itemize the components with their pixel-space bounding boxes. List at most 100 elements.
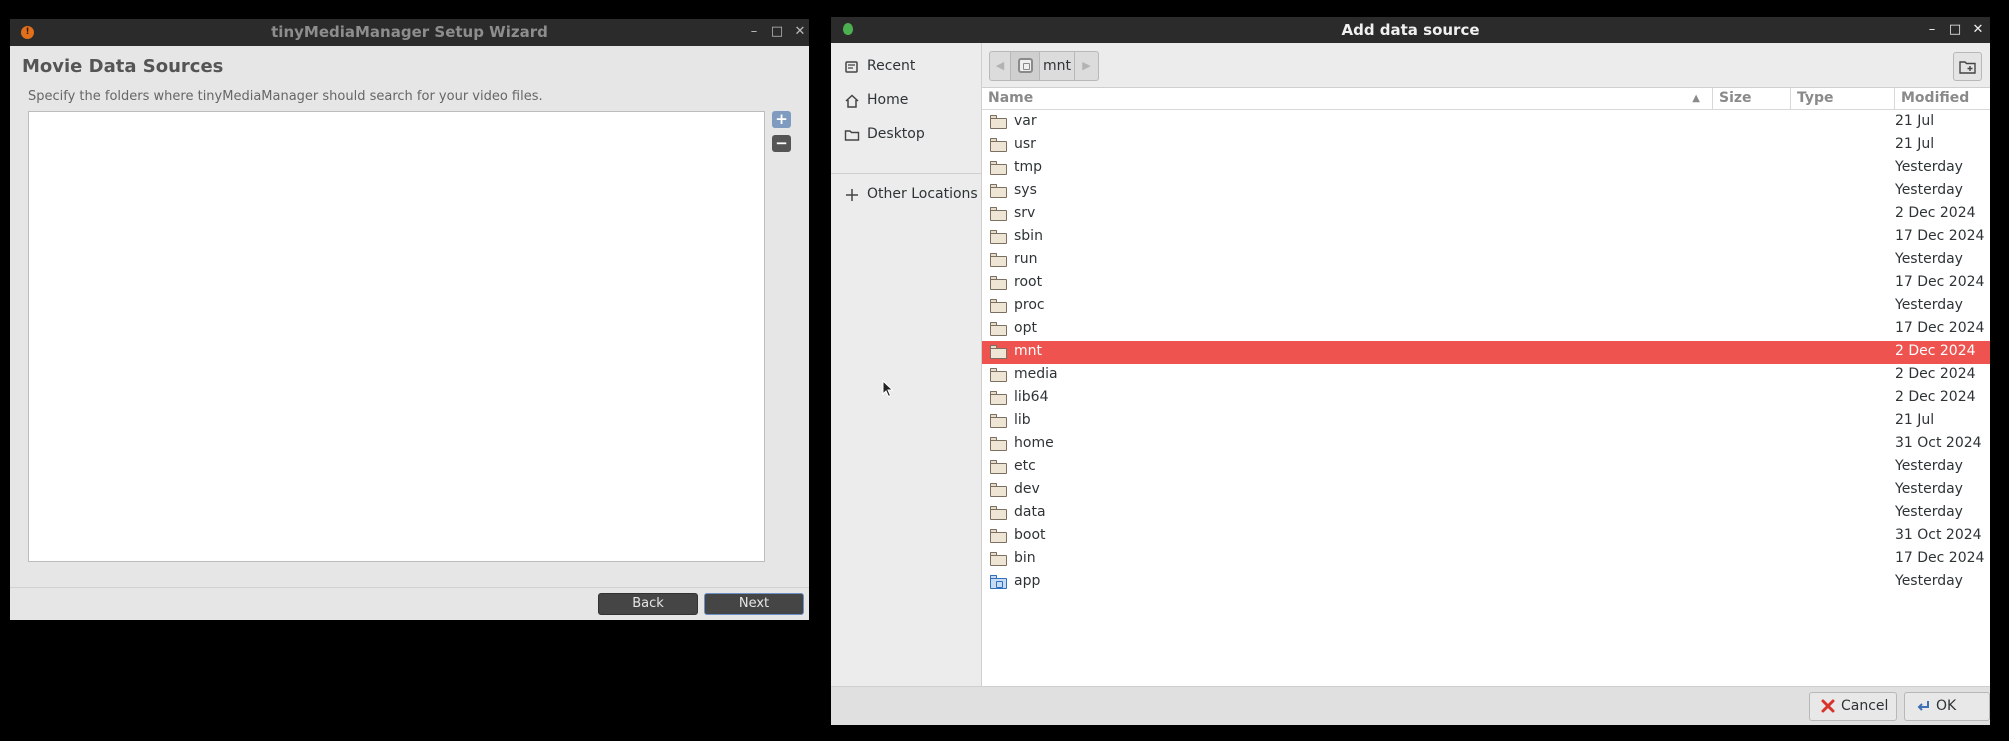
- column-header-size[interactable]: Size: [1713, 88, 1791, 110]
- file-row-proc[interactable]: proc Yesterday: [982, 295, 1990, 318]
- file-name: lib64: [1014, 389, 1049, 405]
- file-row-data[interactable]: data Yesterday: [982, 502, 1990, 525]
- file-row-boot[interactable]: boot 31 Oct 2024: [982, 525, 1990, 548]
- file-row-sbin[interactable]: sbin 17 Dec 2024: [982, 226, 1990, 249]
- folder-icon: [990, 391, 1007, 405]
- file-name: dev: [1014, 481, 1040, 497]
- file-row-bin[interactable]: bin 17 Dec 2024: [982, 548, 1990, 571]
- enter-icon: [1917, 701, 1929, 711]
- add-source-button[interactable]: +: [772, 111, 791, 128]
- file-row-srv[interactable]: srv 2 Dec 2024: [982, 203, 1990, 226]
- sidebar-item-desktop[interactable]: Desktop: [831, 122, 981, 148]
- file-modified: 2 Dec 2024: [1895, 366, 1976, 382]
- folder-icon: [990, 230, 1007, 244]
- plus-icon: [844, 187, 860, 203]
- footer-divider: [10, 587, 809, 588]
- path-root-button[interactable]: [1010, 51, 1040, 81]
- recent-icon: [844, 59, 860, 75]
- column-header-modified[interactable]: Modified: [1895, 88, 1990, 110]
- file-row-var[interactable]: var 21 Jul: [982, 111, 1990, 134]
- column-type-label: Type: [1797, 90, 1834, 106]
- file-row-run[interactable]: run Yesterday: [982, 249, 1990, 272]
- cancel-button[interactable]: Cancel: [1809, 692, 1897, 721]
- file-row-opt[interactable]: opt 17 Dec 2024: [982, 318, 1990, 341]
- maximize-icon[interactable]: □: [1946, 21, 1964, 39]
- file-row-app[interactable]: app Yesterday: [982, 571, 1990, 594]
- file-modified: Yesterday: [1895, 458, 1963, 474]
- file-row-home[interactable]: home 31 Oct 2024: [982, 433, 1990, 456]
- new-folder-button[interactable]: [1953, 52, 1982, 81]
- folder-icon: [990, 345, 1007, 359]
- file-row-mnt[interactable]: mnt 2 Dec 2024: [982, 341, 1990, 364]
- next-button[interactable]: Next: [704, 593, 804, 615]
- ok-label: OK: [1936, 698, 1957, 714]
- back-button[interactable]: Back: [598, 593, 698, 615]
- maximize-icon[interactable]: □: [768, 23, 786, 41]
- file-modified: Yesterday: [1895, 481, 1963, 497]
- file-row-root[interactable]: root 17 Dec 2024: [982, 272, 1990, 295]
- path-segment-mnt[interactable]: mnt: [1039, 51, 1075, 81]
- folder-icon: [990, 529, 1007, 543]
- file-row-lib[interactable]: lib 21 Jul: [982, 410, 1990, 433]
- file-name: lib: [1014, 412, 1031, 428]
- dialog-titlebar[interactable]: Add data source – □ ✕: [831, 17, 1990, 43]
- file-name: proc: [1014, 297, 1045, 313]
- remove-source-button[interactable]: −: [772, 135, 791, 152]
- sidebar-item-label: Home: [867, 92, 909, 108]
- minimize-icon[interactable]: –: [745, 23, 763, 41]
- folder-icon: [990, 115, 1007, 129]
- data-source-list[interactable]: [28, 111, 765, 562]
- folder-icon: [990, 575, 1007, 589]
- sidebar-item-other-locations[interactable]: Other Locations: [831, 182, 981, 208]
- file-name: sbin: [1014, 228, 1043, 244]
- column-header-name[interactable]: Name ▲: [982, 88, 1713, 110]
- path-forward-icon[interactable]: ▶: [1074, 51, 1099, 81]
- sidebar-item-recent[interactable]: Recent: [831, 54, 981, 80]
- file-name: data: [1014, 504, 1046, 520]
- wizard-titlebar[interactable]: ! tinyMediaManager Setup Wizard – □ ✕: [10, 19, 809, 46]
- file-modified: 17 Dec 2024: [1895, 320, 1985, 336]
- close-icon[interactable]: ✕: [1969, 21, 1987, 39]
- file-name: usr: [1014, 136, 1036, 152]
- file-modified: 31 Oct 2024: [1895, 527, 1982, 543]
- sort-ascending-icon: ▲: [1692, 93, 1700, 104]
- file-row-usr[interactable]: usr 21 Jul: [982, 134, 1990, 157]
- file-modified: 21 Jul: [1895, 412, 1935, 428]
- ok-button[interactable]: OK: [1904, 692, 1990, 721]
- file-row-media[interactable]: media 2 Dec 2024: [982, 364, 1990, 387]
- sidebar-divider: [831, 173, 981, 174]
- folder-icon: [990, 184, 1007, 198]
- file-name: home: [1014, 435, 1054, 451]
- file-row-sys[interactable]: sys Yesterday: [982, 180, 1990, 203]
- file-modified: Yesterday: [1895, 251, 1963, 267]
- file-name: opt: [1014, 320, 1037, 336]
- sidebar-item-home[interactable]: Home: [831, 88, 981, 114]
- folder-icon: [990, 414, 1007, 428]
- drive-icon: [1018, 58, 1033, 73]
- file-name: mnt: [1014, 343, 1042, 359]
- column-size-label: Size: [1719, 90, 1752, 106]
- file-rows: var 21 Jul usr 21 Jul tmp Yesterday sys Yesterd…: [982, 111, 1990, 594]
- close-icon[interactable]: ✕: [791, 23, 809, 41]
- path-bar: ◀ mnt ▶: [989, 51, 1114, 81]
- file-list: Name ▲ Size Type Modified var 21 Jul usr 21…: [982, 87, 1990, 686]
- file-row-etc[interactable]: etc Yesterday: [982, 456, 1990, 479]
- file-row-lib64[interactable]: lib64 2 Dec 2024: [982, 387, 1990, 410]
- file-row-dev[interactable]: dev Yesterday: [982, 479, 1990, 502]
- setup-wizard-window: ! tinyMediaManager Setup Wizard – □ ✕ Mo…: [10, 19, 809, 620]
- column-modified-label: Modified: [1901, 90, 1970, 106]
- mouse-cursor-icon: [882, 380, 894, 398]
- minimize-icon[interactable]: –: [1923, 21, 1941, 39]
- file-row-tmp[interactable]: tmp Yesterday: [982, 157, 1990, 180]
- folder-icon: [990, 437, 1007, 451]
- page-description: Specify the folders where tinyMediaManag…: [28, 89, 543, 104]
- places-sidebar: Recent Home Desktop Other Locations: [831, 43, 982, 686]
- folder-icon: [990, 276, 1007, 290]
- path-back-icon[interactable]: ◀: [989, 51, 1011, 81]
- cancel-icon: [1821, 699, 1835, 713]
- page-title: Movie Data Sources: [22, 56, 224, 77]
- folder-icon: [990, 460, 1007, 474]
- file-name: etc: [1014, 458, 1036, 474]
- column-header-type[interactable]: Type: [1791, 88, 1895, 110]
- file-modified: 17 Dec 2024: [1895, 228, 1985, 244]
